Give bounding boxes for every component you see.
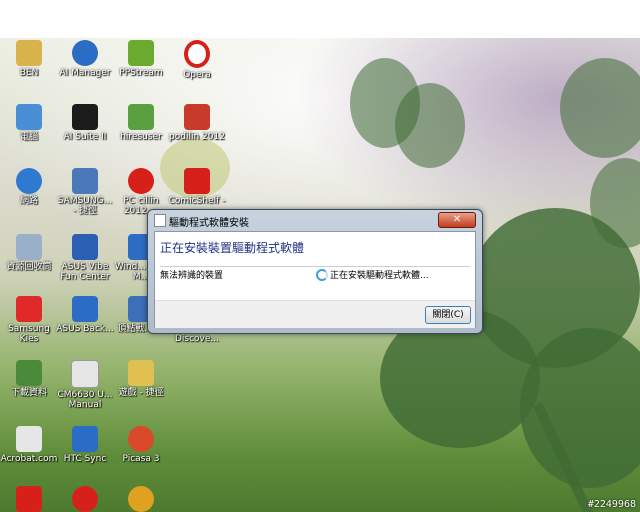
desktop-icon-label: PPStream — [119, 68, 163, 78]
podilin-icon — [184, 104, 210, 130]
samsung-kies-icon — [16, 296, 42, 322]
picasa-icon — [128, 426, 154, 452]
dialog-heading: 正在安裝裝置驅動程式軟體 — [160, 241, 305, 255]
desktop-icon-ai-suite[interactable]: AI Suite II — [56, 104, 114, 142]
driver-install-dialog[interactable]: 驅動程式軟體安裝 ✕ 正在安裝裝置驅動程式軟體 無法辨識的裝置 正在安裝驅動程式… — [147, 209, 483, 334]
dialog-title: 驅動程式軟體安裝 — [169, 218, 249, 229]
desktop-icon-label: CM6630 U... Manual — [57, 390, 113, 410]
spinner-icon — [316, 269, 328, 281]
driver-install-icon — [154, 214, 166, 227]
desktop-icon-label: 資源回收筒 — [6, 262, 52, 272]
desktop-icon-label: SAMSUNG... - 捷徑 — [57, 196, 113, 216]
desktop-icon-label: 下載資料 — [10, 388, 47, 398]
desktop-icon-manual[interactable]: CM6630 U... Manual — [56, 360, 114, 410]
ai-suite-icon — [72, 104, 98, 130]
desktop-icon-label: 遊戲 - 捷徑 — [118, 388, 164, 398]
desktop-icon-label: AI Suite II — [63, 132, 107, 142]
close-icon[interactable]: ✕ — [438, 212, 476, 228]
desktop-icon-network[interactable]: 網路 — [0, 168, 58, 206]
asus-backup-icon — [72, 296, 98, 322]
chrome-icon — [128, 486, 154, 512]
top-blank-area — [0, 0, 640, 38]
wallpaper-clover-leaf — [395, 83, 465, 168]
desktop-icon-label: ASUS Back... — [56, 324, 114, 334]
desktop-icon-samsung-kies[interactable]: Samsung Kies — [0, 296, 58, 344]
desktop-icon-label: BEN — [19, 68, 39, 78]
computer-icon — [16, 104, 42, 130]
desktop-icon-picasa[interactable]: Picasa 3 — [112, 426, 170, 464]
desktop-icon-asus-vibe[interactable]: ASUS Vibe Fun Center — [56, 234, 114, 282]
desktop-icon-hiresuser[interactable]: hiresuser — [112, 104, 170, 142]
desktop-icon-label: Discove... — [174, 334, 220, 344]
desktop-icon-chrome[interactable] — [112, 486, 170, 512]
desktop-icon-opera[interactable]: Opera — [168, 40, 226, 80]
close-button[interactable]: 關閉(C) — [425, 306, 471, 324]
desktop-icon-ai-manager[interactable]: AI Manager — [56, 40, 114, 78]
install-status: 正在安裝驅動程式軟體... — [330, 271, 429, 281]
desktop-icon-app[interactable] — [56, 486, 114, 512]
desktop-icon-acrobat[interactable]: Acrobat.com — [0, 426, 58, 464]
desktop-icon-label: Picasa 3 — [122, 454, 160, 464]
desktop-icon-htc-sync[interactable]: HTC Sync — [56, 426, 114, 464]
recycle-bin-icon — [16, 234, 42, 260]
acrobat-icon — [16, 426, 42, 452]
network-icon — [16, 168, 42, 194]
desktop-icon-downloads[interactable]: 下載資料 — [0, 360, 58, 398]
desktop-icon-podilin[interactable]: podilin 2012 — [168, 104, 226, 142]
divider — [160, 266, 470, 267]
desktop-icon-label: podilin 2012 — [169, 132, 225, 142]
desktop-icon-label: ASUS Vibe Fun Center — [60, 262, 110, 282]
downloads-folder-icon — [16, 360, 42, 386]
dialog-content: 正在安裝裝置驅動程式軟體 無法辨識的裝置 正在安裝驅動程式軟體... 關閉(C) — [154, 231, 476, 328]
ppstream-icon — [128, 40, 154, 66]
samsung-icon — [72, 168, 98, 194]
desktop-icon-asus-backup[interactable]: ASUS Back... — [56, 296, 114, 334]
opera-icon — [184, 40, 210, 68]
desktop-icon-label: Opera — [183, 70, 211, 80]
desktop-icon-label: HTC Sync — [63, 454, 107, 464]
games-folder-icon — [128, 360, 154, 386]
watermark-id: #2249968 — [587, 499, 636, 510]
pdf-icon — [16, 486, 42, 512]
app-icon — [72, 486, 98, 512]
desktop-icon-ppstream[interactable]: PPStream — [112, 40, 170, 78]
manual-icon — [71, 360, 99, 388]
desktop-icon-label: AI Manager — [59, 68, 111, 78]
device-name: 無法辨識的裝置 — [160, 271, 224, 281]
desktop-icon-recycle-bin[interactable]: 資源回收筒 — [0, 234, 58, 272]
desktop-icon-label: 網路 — [19, 196, 38, 206]
desktop-icon-ben[interactable]: BEN — [0, 40, 58, 78]
desktop-icon-computer[interactable]: 電腦 — [0, 104, 58, 142]
pc-cillin-icon — [128, 168, 154, 194]
desktop-icon-games[interactable]: 遊戲 - 捷徑 — [112, 360, 170, 398]
desktop-icon-label: hiresuser — [120, 132, 162, 142]
desktop-icon-pdf[interactable] — [0, 486, 58, 512]
user-folder-icon — [16, 40, 42, 66]
desktop-icon-label: 電腦 — [19, 132, 38, 142]
desktop-icon-label: Samsung Kies — [8, 324, 50, 344]
dialog-titlebar[interactable]: 驅動程式軟體安裝 ✕ — [148, 210, 482, 230]
comicshelf-icon — [184, 168, 210, 194]
desktop-icon-samsung-shortcut[interactable]: SAMSUNG... - 捷徑 — [56, 168, 114, 216]
asus-vibe-icon — [72, 234, 98, 260]
ai-manager-icon — [72, 40, 98, 66]
wallpaper-clover-leaf — [560, 58, 640, 158]
htc-sync-icon — [72, 426, 98, 452]
desktop-icon-label: Acrobat.com — [0, 454, 58, 464]
hiresuser-icon — [128, 104, 154, 130]
dialog-footer: 關閉(C) — [155, 300, 475, 328]
